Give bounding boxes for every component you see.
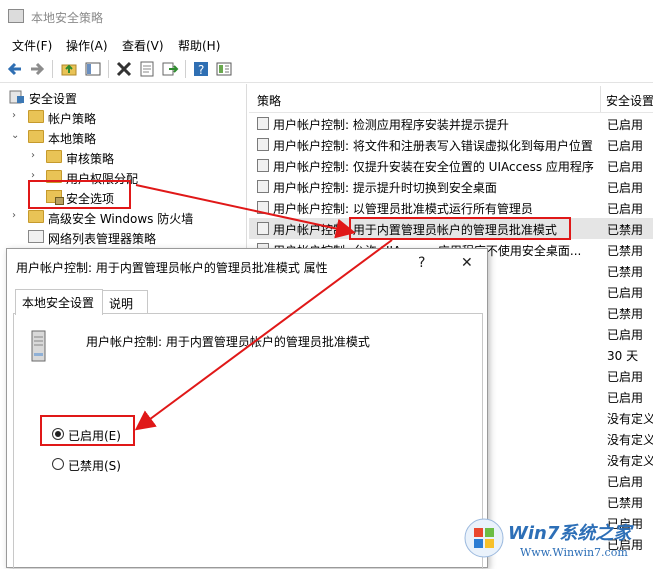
tab-local-security-setting[interactable]: 本地安全设置 [15,289,103,315]
watermark-url: Www.Winwin7.com [520,546,628,559]
watermark-text: Win7系统之家 [508,523,632,544]
annotation-arrow [134,239,393,431]
windows-logo-icon [464,518,504,558]
annotation-arrows [134,184,393,431]
tab-label: 本地安全设置 [22,296,95,310]
watermark: Win7系统之家 Www.Winwin7.com [464,514,653,568]
annotation-arrow [135,184,356,239]
